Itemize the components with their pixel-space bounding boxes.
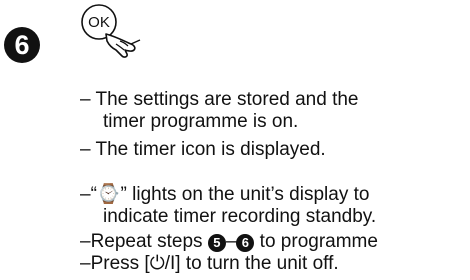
step-5-bullet: 5: [207, 234, 226, 252]
repeat-range-dash: –: [225, 231, 237, 252]
item-display-lights-line2: indicate timer recording standby.: [103, 206, 377, 227]
repeat-prefix: –Repeat steps: [80, 231, 208, 252]
ok-button-label: OK: [88, 14, 110, 31]
repeat-suffix: to programme: [254, 231, 378, 252]
item-settings-stored-line1: – The settings are stored and the: [80, 89, 359, 110]
item-display-lights-line1: –“⌚” lights on the unit’s display to: [80, 184, 370, 205]
item-timer-icon-displayed: – The timer icon is displayed.: [80, 139, 326, 160]
instruction-page: 6 OK – The settings are stored and the t…: [0, 0, 470, 280]
item-repeat-steps: –Repeat steps 5–6 to programme: [80, 230, 378, 254]
step-number-badge: 6: [4, 27, 40, 63]
item-press-power-off: –Press [⏻/I] to turn the unit off.: [80, 253, 339, 274]
item-settings-stored-line2: timer programme is on.: [103, 111, 299, 132]
step-6-bullet: 6: [236, 234, 255, 252]
